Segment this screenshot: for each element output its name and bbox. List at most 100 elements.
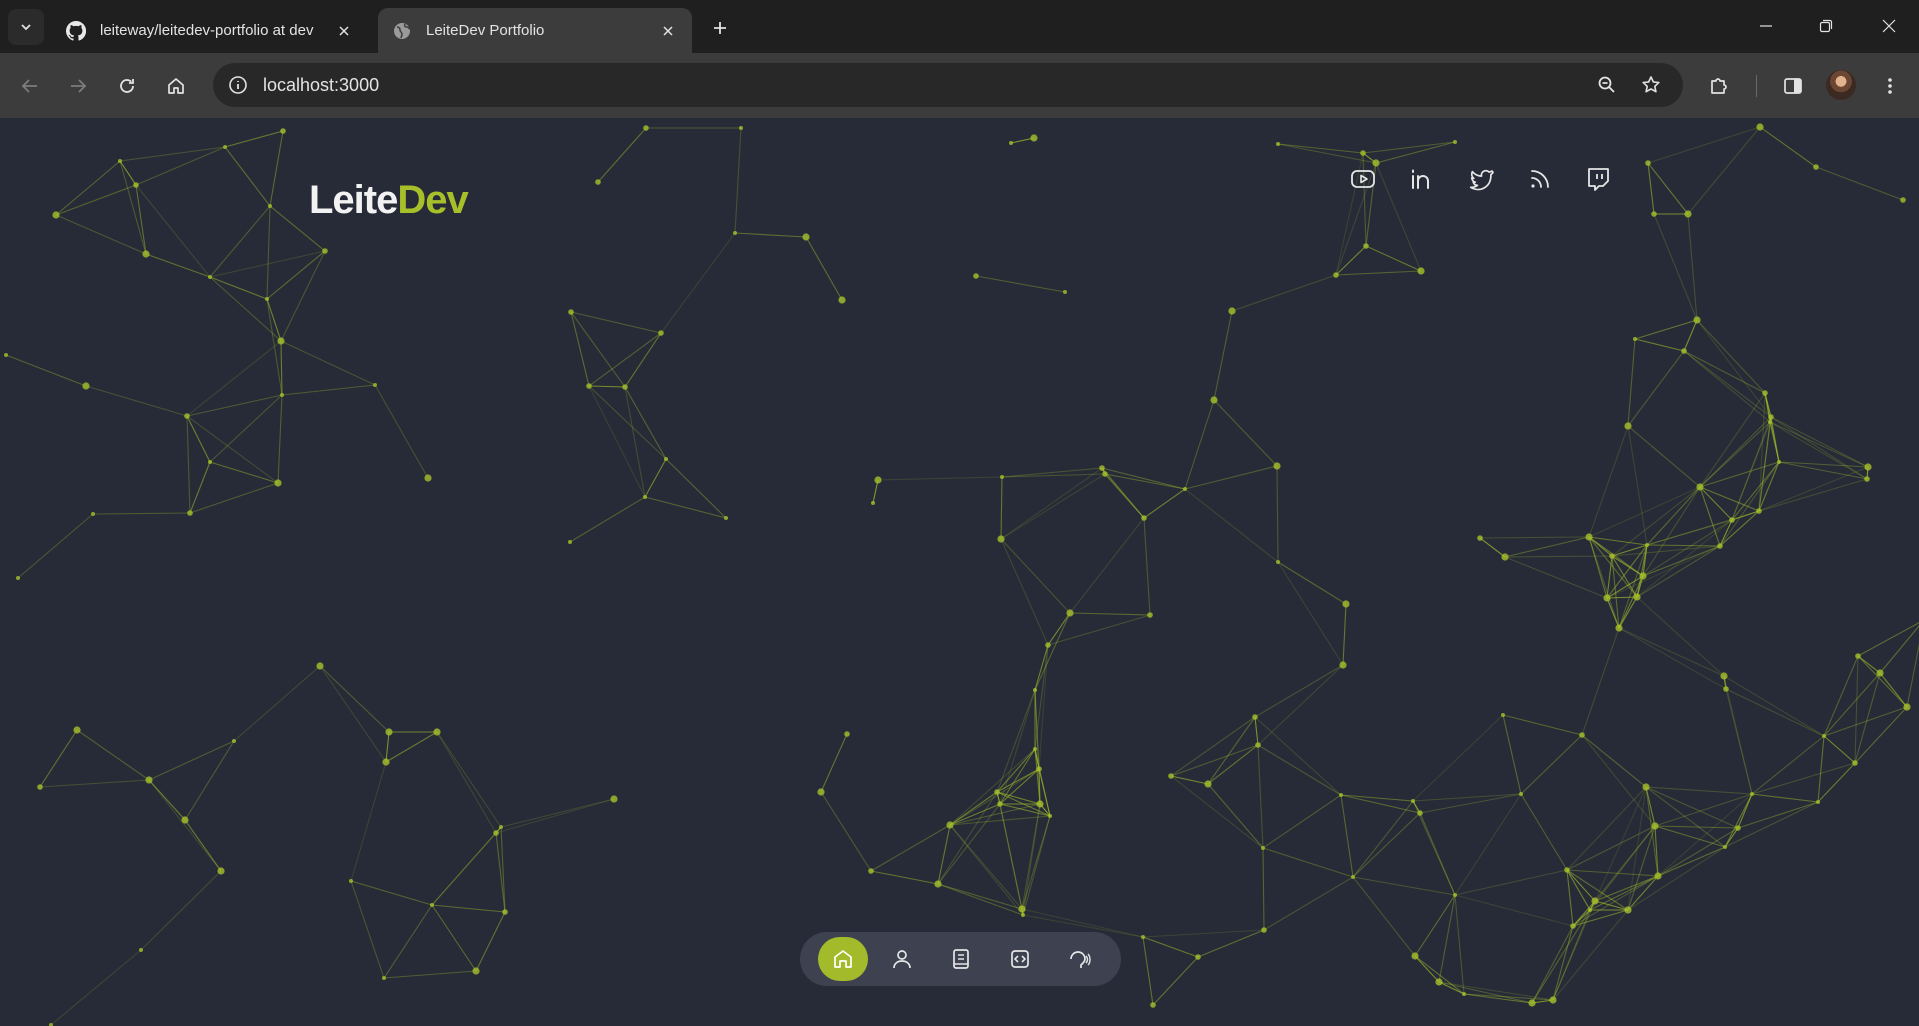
network-link (1213, 310, 1233, 401)
network-node (1204, 780, 1212, 788)
network-node (568, 540, 572, 544)
network-node (1477, 535, 1483, 541)
address-bar[interactable]: localhost:3000 (213, 63, 1683, 107)
network-node (424, 474, 432, 482)
network-link (1352, 800, 1414, 878)
nav-about-button[interactable] (877, 937, 927, 981)
network-node (382, 976, 386, 980)
network-link (1566, 825, 1656, 871)
network-link (385, 731, 438, 763)
network-link (495, 798, 615, 834)
forward-button[interactable] (61, 69, 95, 103)
side-panel-button[interactable] (1776, 69, 1810, 103)
tab-github[interactable]: leiteway/leitedev-portfolio at dev (52, 8, 368, 53)
network-link (1207, 744, 1259, 785)
network-link (1725, 688, 1753, 795)
network-node (1762, 390, 1768, 396)
minimize-button[interactable] (1746, 8, 1786, 44)
avatar[interactable] (1826, 70, 1856, 100)
restore-button[interactable] (1806, 8, 1846, 44)
youtube-link[interactable] (1339, 156, 1387, 202)
network-link (1531, 925, 1574, 1004)
nav-podcast-button[interactable] (1054, 937, 1104, 981)
network-node (139, 948, 143, 952)
network-node (1048, 814, 1052, 818)
network-link (1589, 875, 1659, 911)
extensions-button[interactable] (1702, 69, 1736, 103)
network-link (805, 236, 843, 301)
twitter-link[interactable] (1457, 156, 1505, 202)
tab-portfolio[interactable]: LeiteDev Portfolio (378, 8, 692, 53)
twitch-link[interactable] (1574, 156, 1622, 202)
tab-search-button[interactable] (8, 9, 44, 45)
network-node (16, 576, 20, 580)
site-info-icon[interactable] (223, 70, 253, 100)
network-node (1417, 267, 1425, 275)
network-node (433, 728, 441, 736)
network-link (1696, 319, 1772, 418)
network-node (595, 179, 601, 185)
network-node (1720, 672, 1728, 680)
linkedin-link[interactable] (1398, 156, 1446, 202)
network-link (877, 476, 1003, 481)
network-link (39, 779, 150, 788)
network-link (350, 880, 433, 906)
network-node (1729, 517, 1735, 523)
close-window-button[interactable] (1869, 8, 1909, 44)
network-node (1033, 747, 1037, 751)
network-link (588, 385, 626, 388)
back-button[interactable] (13, 69, 47, 103)
nav-articles-button[interactable] (936, 937, 986, 981)
network-link (1618, 627, 1727, 690)
network-link (1618, 627, 1725, 677)
network-link (277, 394, 283, 484)
network-link (1463, 993, 1554, 1001)
reload-button[interactable] (110, 69, 144, 103)
youtube-icon (1351, 170, 1375, 188)
network-node (1639, 572, 1647, 580)
home-icon (168, 78, 184, 94)
close-tab-icon[interactable] (658, 21, 678, 41)
book-icon (953, 949, 969, 969)
network-node (217, 867, 225, 875)
network-link (1438, 981, 1554, 1001)
bookmark-star-icon[interactable] (1636, 70, 1666, 100)
network-node (868, 868, 874, 874)
network-node (118, 159, 122, 163)
network-node (1900, 197, 1906, 203)
network-link (1352, 812, 1421, 878)
nav-projects-button[interactable] (995, 937, 1045, 981)
network-link (184, 819, 222, 872)
network-node (4, 353, 8, 357)
network-link (1254, 716, 1259, 746)
network-node (1036, 766, 1042, 772)
url-text[interactable]: localhost:3000 (263, 75, 379, 96)
network-node (1018, 905, 1026, 913)
network-link (1588, 425, 1629, 538)
network-node (724, 516, 728, 520)
network-link (1142, 936, 1154, 1006)
network-node (817, 788, 825, 796)
home-button[interactable] (159, 69, 193, 103)
rss-link[interactable] (1516, 156, 1564, 202)
close-tab-icon[interactable] (334, 21, 354, 41)
network-node (1642, 783, 1650, 791)
network-node (181, 816, 189, 824)
zoom-icon[interactable] (1592, 70, 1622, 100)
code-icon (1011, 950, 1029, 968)
menu-button[interactable] (1873, 69, 1907, 103)
network-link (588, 332, 662, 387)
network-node (1255, 742, 1261, 748)
network-node (1030, 134, 1038, 142)
nav-home-button[interactable] (818, 937, 868, 981)
network-node (1501, 553, 1509, 561)
new-tab-button[interactable] (704, 12, 736, 44)
network-node (1864, 476, 1870, 482)
network-node (430, 903, 434, 907)
network-node (1339, 661, 1347, 669)
network-link (1857, 655, 1881, 674)
site-logo[interactable]: LeiteDev (309, 178, 469, 223)
network-node (82, 382, 90, 390)
network-node (1435, 978, 1443, 986)
network-node (1252, 714, 1258, 720)
